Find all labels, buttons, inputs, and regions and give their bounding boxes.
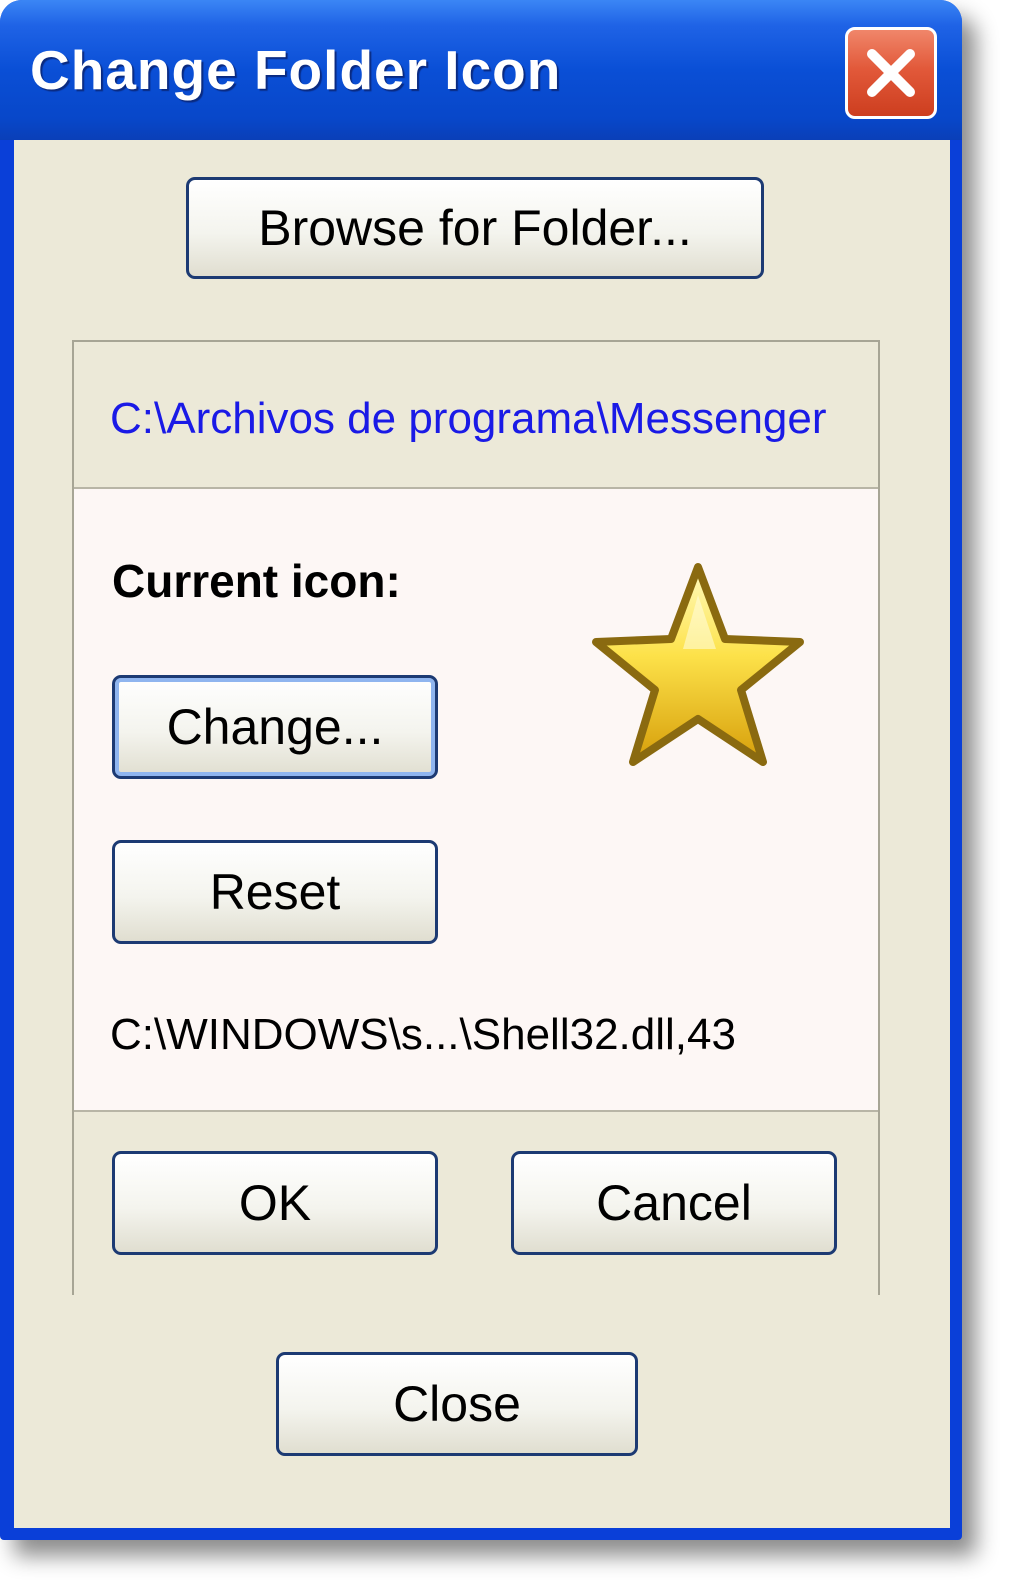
star-icon bbox=[592, 563, 804, 766]
dialog-body: Browse for Folder... C:\Archivos de prog… bbox=[14, 140, 950, 1528]
icon-source-path: C:\WINDOWS\s...\Shell32.dll,43 bbox=[110, 1010, 736, 1059]
browse-for-folder-button[interactable]: Browse for Folder... bbox=[186, 177, 764, 279]
current-icon-label: Current icon: bbox=[112, 555, 401, 607]
title-bar[interactable]: Change Folder Icon bbox=[0, 0, 962, 140]
ok-button[interactable]: OK bbox=[112, 1151, 438, 1255]
close-button[interactable]: Close bbox=[276, 1352, 638, 1456]
window-title: Change Folder Icon bbox=[30, 39, 562, 101]
folder-icon-panel: C:\Archivos de programa\Messenger Curren… bbox=[72, 340, 880, 1295]
change-icon-button[interactable]: Change... bbox=[112, 675, 438, 779]
cancel-button[interactable]: Cancel bbox=[511, 1151, 837, 1255]
title-close-button[interactable] bbox=[845, 27, 937, 119]
folder-path: C:\Archivos de programa\Messenger bbox=[110, 394, 827, 443]
change-folder-icon-dialog: Change Folder Icon Browse for Folder... … bbox=[0, 0, 962, 1540]
close-icon bbox=[867, 49, 915, 97]
folder-path-strip: C:\Archivos de programa\Messenger bbox=[74, 342, 878, 489]
reset-icon-button[interactable]: Reset bbox=[112, 840, 438, 944]
ok-cancel-strip: OK Cancel bbox=[74, 1110, 878, 1295]
